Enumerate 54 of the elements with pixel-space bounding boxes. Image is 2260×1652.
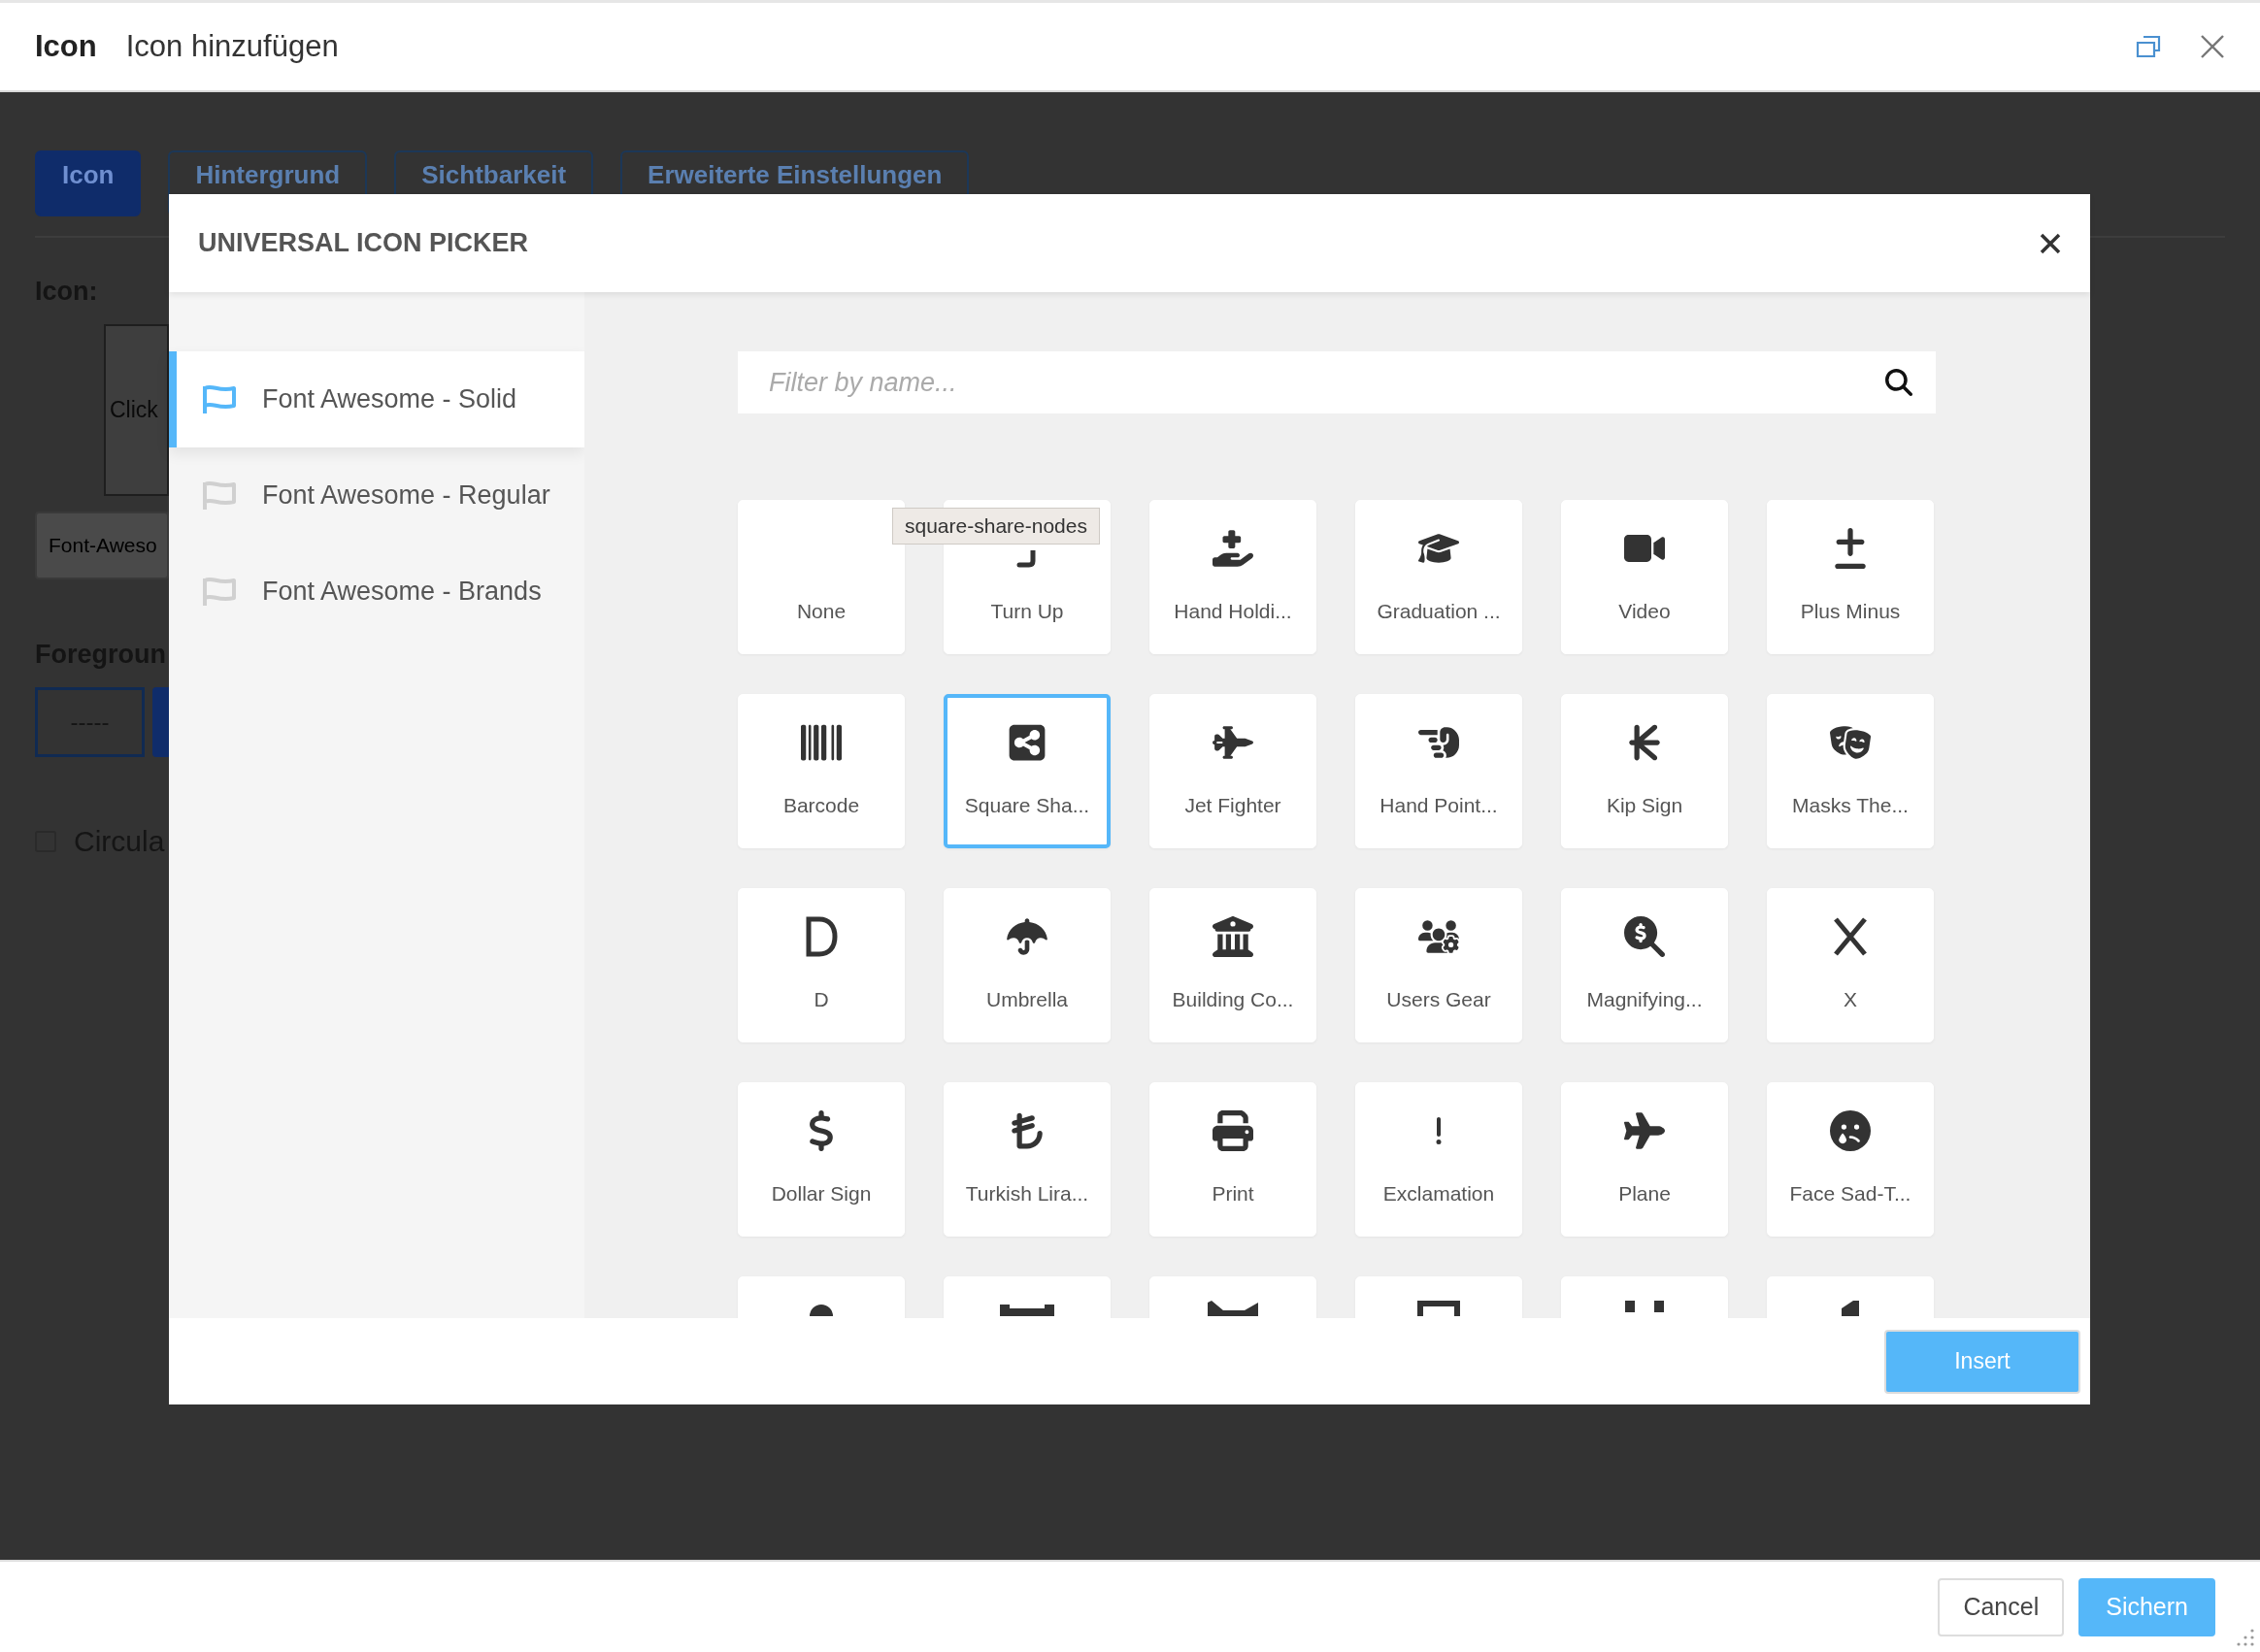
- flag-icon: [202, 479, 237, 512]
- columns-building-icon: [1213, 916, 1253, 957]
- search-icon[interactable]: [1885, 369, 1912, 396]
- sad-face-icon: [1830, 1110, 1871, 1151]
- icon-tile[interactable]: Barcode: [738, 694, 905, 848]
- icon-tile[interactable]: Hand Point...: [1355, 694, 1522, 848]
- letter-d-icon: [805, 916, 838, 957]
- icon-tile[interactable]: Print: [1149, 1082, 1316, 1237]
- restore-window-icon[interactable]: [2136, 35, 2161, 58]
- glyph-icon: [1417, 1301, 1460, 1316]
- tab[interactable]: Icon: [35, 150, 142, 216]
- icon-tile[interactable]: Graduation ...: [1355, 500, 1522, 654]
- icon-set-item[interactable]: Font Awesome - Brands: [169, 544, 584, 640]
- icon-tile[interactable]: Video: [1561, 500, 1728, 654]
- icon-tile[interactable]: Masks The...: [1767, 694, 1934, 848]
- plane-icon: [1624, 1110, 1665, 1151]
- icon-tile[interactable]: Kip Sign: [1561, 694, 1728, 848]
- glyph-icon: [1840, 1301, 1861, 1316]
- close-icon[interactable]: [2040, 232, 2061, 254]
- icon-tile[interactable]: Hand Holdi...: [1149, 500, 1316, 654]
- icon-tile[interactable]: Face Sad-T...: [1767, 1082, 1934, 1237]
- umbrella-icon: [1007, 916, 1047, 957]
- flag-icon: [202, 576, 237, 608]
- x-icon: [1832, 916, 1869, 957]
- icon-tile[interactable]: X: [1767, 888, 1934, 1042]
- resize-grip-icon[interactable]: [2235, 1627, 2256, 1648]
- icon-set-item[interactable]: Font Awesome - Solid: [169, 351, 584, 447]
- window-title: Icon: [35, 29, 97, 64]
- icon-tile[interactable]: Square Sha...: [944, 694, 1111, 848]
- icon-tile[interactable]: Users Gear: [1355, 888, 1522, 1042]
- printer-icon: [1213, 1110, 1253, 1151]
- window-subtitle: Icon hinzufügen: [125, 29, 339, 64]
- dialog-title: UNIVERSAL ICON PICKER: [198, 228, 529, 258]
- icon-tile[interactable]: Turkish Lira...: [944, 1082, 1111, 1237]
- cancel-button[interactable]: Cancel: [1938, 1577, 2065, 1636]
- icon-tile[interactable]: D: [738, 888, 905, 1042]
- icon-tile[interactable]: Plus Minus: [1767, 500, 1934, 654]
- icon-set-item[interactable]: Font Awesome - Regular: [169, 447, 584, 544]
- icon-tile[interactable]: Building Co...: [1149, 888, 1316, 1042]
- magnifier-dollar-icon: [1624, 916, 1665, 957]
- icon-tile[interactable]: Magnifying...: [1561, 888, 1728, 1042]
- barcode-icon: [801, 722, 842, 763]
- icon-tile[interactable]: None: [738, 500, 905, 654]
- hand-with-cross-icon: [1213, 528, 1253, 569]
- flag-icon: [202, 383, 237, 415]
- tooltip: square-share-nodes: [892, 508, 1100, 545]
- icon-tile[interactable]: Jet Fighter: [1149, 694, 1316, 848]
- glyph-icon: [1208, 1301, 1258, 1316]
- share-icon: [1007, 722, 1047, 763]
- icon-tile[interactable]: Dollar Sign: [738, 1082, 905, 1237]
- icon-tile[interactable]: Umbrella: [944, 888, 1111, 1042]
- icon-tile[interactable]: Exclamation: [1355, 1082, 1522, 1237]
- icon-tile[interactable]: Plane: [1561, 1082, 1728, 1237]
- search-field[interactable]: Filter by name...: [738, 351, 1936, 413]
